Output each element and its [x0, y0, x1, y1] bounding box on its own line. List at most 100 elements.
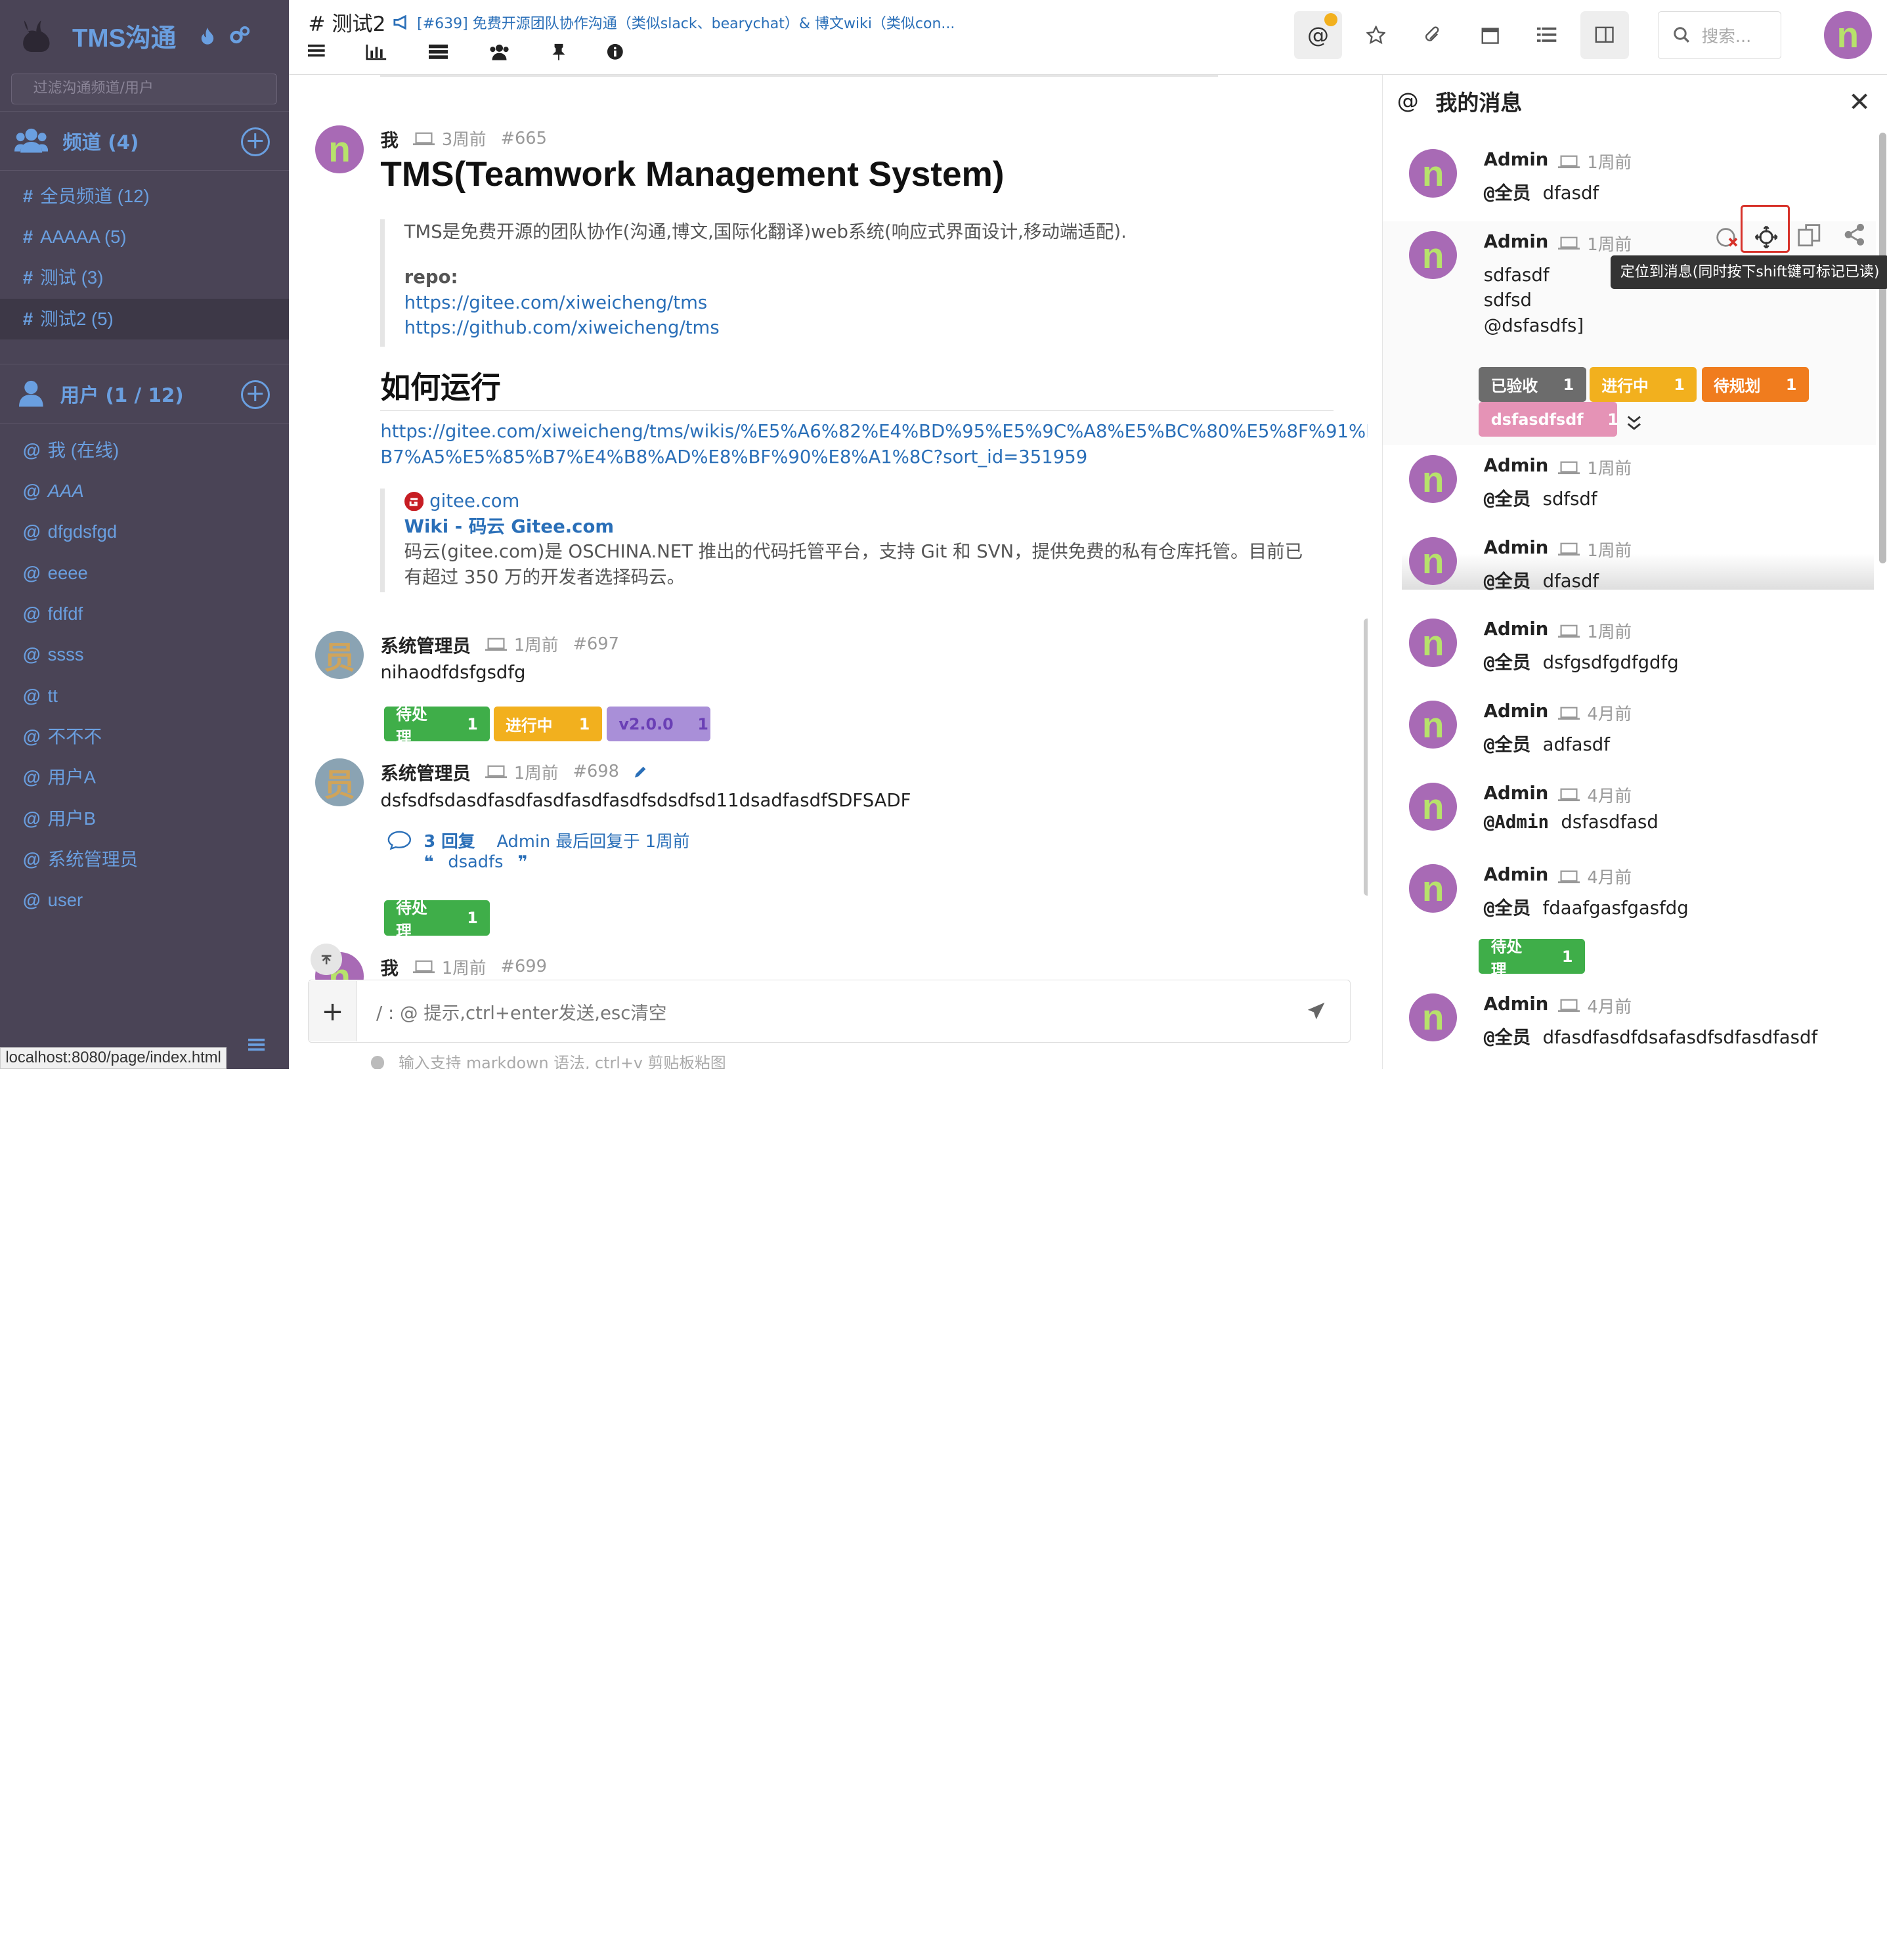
calendar-button[interactable]	[1466, 11, 1514, 59]
users-section-header[interactable]: 用户 (1 / 12) +	[0, 363, 290, 424]
reply-summary[interactable]: 3 回复 Admin 最后回复于 1周前	[387, 828, 689, 852]
message-avatar-system[interactable]: 员	[315, 758, 364, 807]
laptop-icon	[1558, 155, 1580, 168]
settings-icon[interactable]	[229, 26, 251, 45]
card-desc-line2: 有超过 350 万的开发者选择码云。	[404, 566, 685, 588]
sidebar-channel[interactable]: # AAAAA (5)	[0, 217, 289, 257]
wiki-link-line2[interactable]: B7%A5%E5%85%B7%E4%B8%AD%E8%BF%90%E8%A1%8…	[380, 445, 1087, 470]
sidebar-user[interactable]: @ 系统管理员	[0, 839, 289, 880]
tag-pending[interactable]: 待处理 1	[1479, 938, 1585, 979]
channel-title-bar: # 测试2 [#639] 免费开源团队协作沟通（类似slack、bearycha…	[308, 7, 955, 37]
message-input[interactable]: / : @ 提示,ctrl+enter发送,esc清空	[376, 998, 1307, 1024]
message-id[interactable]: #665	[500, 129, 546, 148]
split-view-button[interactable]	[1580, 11, 1629, 59]
sidebar-user[interactable]: @ tt	[0, 676, 289, 716]
mention-item[interactable]: n Admin 4月前 @Admin dsfasdfasd	[1383, 782, 1876, 850]
sidebar-user[interactable]: @ eeee	[0, 553, 289, 594]
tag-planned[interactable]: 待规划 1	[1701, 367, 1809, 403]
add-attachment-button[interactable]: +	[309, 981, 357, 1041]
repo-link-gitee[interactable]: https://gitee.com/xiweicheng/tms	[404, 290, 1334, 316]
message-id[interactable]: #697	[573, 634, 618, 654]
channels-section-header[interactable]: 频道 (4) +	[0, 110, 290, 171]
message-author[interactable]: 我	[380, 953, 399, 980]
scroll-top-button[interactable]	[311, 944, 342, 976]
channel-filter-input[interactable]: 过滤沟通频道/用户	[11, 73, 277, 105]
card-site-link[interactable]: gitee.com	[429, 489, 519, 514]
message-avatar-system[interactable]: 员	[315, 630, 364, 679]
brand[interactable]: TMS沟通	[17, 7, 274, 65]
card-title-link[interactable]: Wiki - 码云 Gitee.com	[404, 514, 1334, 540]
message-author[interactable]: 系统管理员	[380, 631, 471, 657]
edit-pencil-icon[interactable]	[634, 764, 648, 779]
panel-scrollbar[interactable]	[1878, 132, 1886, 564]
list-details-icon[interactable]	[428, 43, 448, 60]
mention-item[interactable]: n Admin 4月前 @全员 dfasdfasdfdsafasdfsdfasdf…	[1383, 993, 1876, 1061]
sidebar-channel[interactable]: # 测试 (3)	[0, 257, 289, 298]
sidebar-user[interactable]: @ 用户B	[0, 798, 289, 839]
sidebar-user[interactable]: @ ssss	[0, 634, 289, 675]
message-author[interactable]: 我	[380, 125, 399, 152]
sidebar-user[interactable]: @ fdfdf	[0, 594, 289, 634]
message-id[interactable]: #699	[500, 957, 546, 976]
star-button[interactable]	[1352, 11, 1400, 59]
mention-item[interactable]: n Admin 1周前 @全员 dfasdf	[1383, 149, 1876, 217]
list-button[interactable]	[1523, 11, 1571, 59]
sidebar-user[interactable]: @ AAA	[0, 471, 289, 512]
wiki-link-line1[interactable]: https://gitee.com/xiweicheng/tms/wikis/%…	[380, 419, 1367, 445]
message-author[interactable]: 系统管理员	[380, 758, 471, 785]
pin-icon[interactable]	[552, 43, 566, 60]
sidebar-channel[interactable]: # 全员频道 (12)	[0, 176, 289, 217]
share-icon[interactable]	[1842, 223, 1867, 247]
laptop-icon	[485, 764, 507, 779]
tag-version[interactable]: v2.0.0 1	[607, 707, 710, 742]
message-scrollbar[interactable]	[1364, 619, 1368, 896]
close-panel-icon[interactable]: ✕	[1848, 87, 1871, 118]
reply-quote[interactable]: ❝ dsadfs ❞	[423, 852, 527, 872]
tag-pending[interactable]: 待处理 1	[383, 899, 490, 940]
repo-link-github[interactable]: https://github.com/xiweicheng/tms	[404, 315, 1334, 341]
announcement-link[interactable]: [#639] 免费开源团队协作沟通（类似slack、bearychat）& 博文…	[417, 12, 955, 33]
mention-item[interactable]: n Admin 4月前 @全员 fdaafgasfgasfdg 待处理 1	[1383, 864, 1876, 979]
info-icon[interactable]	[607, 43, 624, 60]
mentions-button[interactable]: @	[1293, 11, 1343, 59]
sidebar-user[interactable]: @ 我 (在线)	[0, 430, 289, 471]
message-header: 我 1周前 #699	[380, 953, 547, 980]
at-icon: @	[22, 439, 41, 460]
send-icon[interactable]	[1307, 1001, 1326, 1020]
add-user-button[interactable]: +	[240, 380, 270, 409]
mention-item[interactable]: n Admin 1周前 @全员 dsfgsdfgdfgdfg	[1383, 619, 1876, 686]
last-reply-info: Admin 最后回复于 1周前	[496, 832, 690, 852]
fire-icon[interactable]	[200, 28, 215, 45]
menu-icon[interactable]	[308, 43, 325, 60]
expand-chevron-icon[interactable]	[1626, 414, 1643, 431]
copy-icon[interactable]	[1796, 223, 1823, 249]
sidebar-channel-active[interactable]: # 测试2 (5)	[0, 298, 290, 339]
tag-custom[interactable]: dsfasdfsdf 1	[1479, 402, 1618, 437]
message-avatar[interactable]: n	[315, 125, 364, 173]
tag-pending[interactable]: 待处理 1	[383, 705, 490, 747]
reply-count[interactable]: 3 回复	[423, 828, 475, 852]
sidebar-user[interactable]: @ user	[0, 880, 289, 921]
tag-in-progress[interactable]: 进行中 1	[1590, 367, 1697, 403]
sidebar-user[interactable]: @ dfgdsfgd	[0, 512, 289, 552]
mention-item[interactable]: n Admin 1周前 @全员 dfasdf	[1383, 536, 1876, 605]
mark-read-icon[interactable]	[1715, 227, 1739, 248]
add-channel-button[interactable]: +	[240, 127, 270, 156]
mention-item[interactable]: n Admin 1周前 @全员 sdfsdf	[1383, 455, 1876, 523]
attachment-button[interactable]	[1408, 11, 1456, 59]
mention-item[interactable]: n Admin 4月前 @全员 adfasdf	[1383, 701, 1876, 768]
search-input[interactable]: 搜索...	[1657, 11, 1782, 59]
menu-toggle-icon[interactable]	[248, 1037, 265, 1052]
user-avatar[interactable]: n	[1823, 11, 1872, 59]
message-id[interactable]: #698	[573, 762, 618, 781]
tag-in-progress[interactable]: 进行中 1	[493, 707, 602, 742]
message-heading: TMS(Teamwork Management System)	[380, 154, 1005, 194]
chart-icon[interactable]	[366, 43, 387, 60]
channel-title: # 测试2	[308, 12, 386, 36]
message-time: 1周前	[513, 636, 559, 656]
members-icon[interactable]	[488, 43, 510, 60]
card-desc-line1: 码云(gitee.com)是 OSCHINA.NET 推出的代码托管平台，支持 …	[404, 541, 1303, 563]
sidebar-user[interactable]: @ 用户A	[0, 757, 289, 798]
tag-accepted[interactable]: 已验收 1	[1479, 367, 1586, 403]
sidebar-user[interactable]: @ 不不不	[0, 716, 289, 757]
